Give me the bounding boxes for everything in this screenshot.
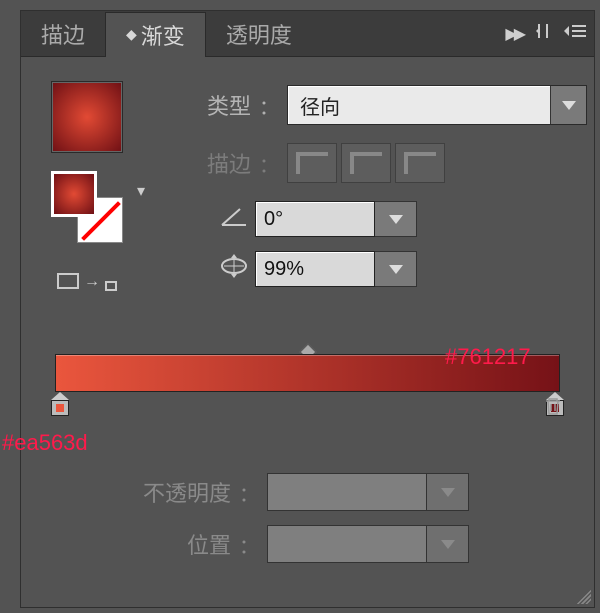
stroke-inside-button <box>287 143 337 183</box>
tab-stroke[interactable]: 描边 <box>21 11 105 56</box>
aspect-input[interactable]: 99% <box>255 251 375 287</box>
fill-proxy[interactable] <box>51 171 97 217</box>
opacity-label: 不透明度 <box>91 476 231 508</box>
annotation-left-color: #ea563d <box>2 430 88 456</box>
gradient-preview-swatch[interactable] <box>51 81 123 153</box>
stroke-center-button <box>341 143 391 183</box>
stroke-label: 描边 <box>161 147 251 179</box>
gradient-type-value: 径向 <box>288 91 550 120</box>
type-label: 类型 <box>161 89 251 121</box>
position-label: 位置 <box>91 528 231 560</box>
collapse-icon[interactable] <box>536 22 550 46</box>
position-dropdown-button <box>427 525 469 563</box>
gradient-type-select[interactable]: 径向 <box>287 85 587 125</box>
gradient-stop-left[interactable] <box>51 392 69 414</box>
angle-input[interactable]: 0° <box>255 201 375 237</box>
stroke-align-group <box>287 143 445 183</box>
fill-stroke-proxy[interactable] <box>51 171 129 249</box>
resize-grip-icon[interactable] <box>573 586 591 604</box>
opacity-input <box>267 473 427 511</box>
tab-transparency[interactable]: 透明度 <box>206 11 312 56</box>
opacity-dropdown-button <box>427 473 469 511</box>
fast-forward-icon[interactable]: ▶▶ <box>505 24 522 44</box>
gradient-panel: 描边 ◆渐变 透明度 ▶▶ ▾ → 类型 ： 径向 <box>20 10 595 608</box>
reverse-gradient-icon[interactable]: → <box>57 273 117 291</box>
angle-dropdown-button[interactable] <box>375 201 417 237</box>
gradient-preview-area: ▾ <box>51 81 123 153</box>
panel-menu-icon[interactable] <box>564 22 586 45</box>
delete-stop-icon[interactable] <box>544 396 562 422</box>
position-input <box>267 525 427 563</box>
stroke-outside-button <box>395 143 445 183</box>
aspect-ratio-icon <box>213 254 255 284</box>
angle-icon <box>213 205 255 233</box>
tab-bar: 描边 ◆渐变 透明度 ▶▶ <box>21 11 594 57</box>
tab-gradient[interactable]: ◆渐变 <box>105 12 206 57</box>
aspect-dropdown-button[interactable] <box>375 251 417 287</box>
annotation-right-color: #761217 <box>445 344 531 370</box>
swatch-menu-caret[interactable]: ▾ <box>137 181 145 201</box>
